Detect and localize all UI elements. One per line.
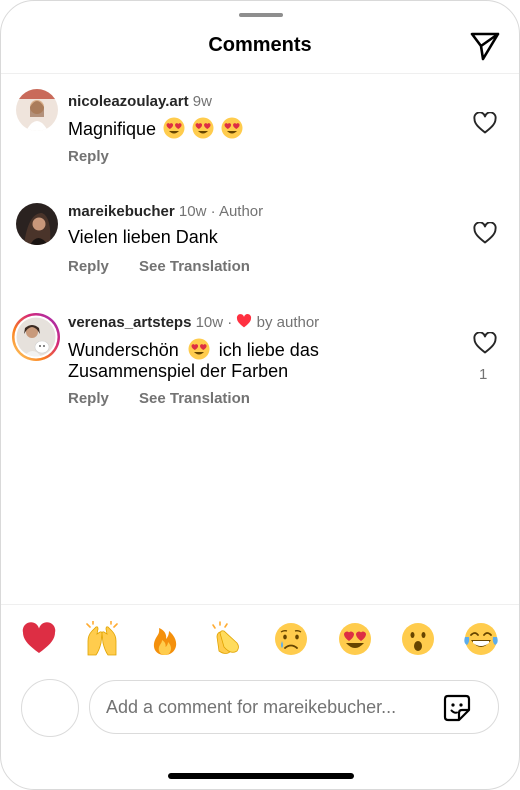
home-indicator [168, 773, 354, 779]
comment-meta: mareikebucher 10w · Author [68, 203, 263, 220]
avatar-story-ring[interactable] [11, 312, 61, 362]
comment-meta: verenas_artsteps 10w · by author [68, 314, 319, 331]
comment-text: Magnifique [68, 117, 243, 140]
current-user-avatar [21, 679, 79, 737]
header: Comments [1, 1, 519, 74]
comment-username[interactable]: mareikebucher [68, 203, 175, 220]
reply-button[interactable]: Reply [68, 148, 109, 165]
liked-heart-icon [237, 314, 252, 328]
comment-text-line2: Zusammenspiel der Farben [68, 361, 289, 381]
divider [1, 604, 519, 605]
meta-separator: · [210, 203, 216, 220]
heart-eyes-emoji-icon [163, 117, 185, 139]
avatar[interactable] [16, 89, 58, 131]
comment-text: Vielen lieben Dank [68, 227, 218, 247]
comment-time: 10w [195, 314, 224, 331]
quick-reactions-bar [1, 621, 519, 661]
heart-eyes-emoji-icon [188, 338, 210, 360]
fire-emoji-icon[interactable] [147, 621, 183, 657]
comment-text-line1: Wunderschön [68, 340, 179, 360]
comment-text-line1-after: ich liebe das [218, 340, 319, 360]
heart-eyes-emoji-icon [221, 117, 243, 139]
avatar[interactable] [16, 203, 58, 245]
heart-eyes-emoji-icon[interactable] [337, 621, 373, 657]
like-heart-icon[interactable] [473, 222, 497, 244]
comment-time: 9w [192, 93, 212, 110]
meta-separator: · [227, 314, 233, 331]
surprised-face-emoji-icon[interactable] [400, 621, 436, 657]
comment-actions: Reply See Translation [68, 390, 250, 407]
comment-username[interactable]: nicoleazoulay.art [68, 93, 189, 110]
share-icon[interactable] [467, 29, 503, 63]
like-heart-icon[interactable] [473, 112, 497, 134]
comment-text-body: Magnifique [68, 119, 157, 139]
heart-eyes-emoji-icon [192, 117, 214, 139]
like-heart-icon[interactable] [473, 332, 497, 354]
comment-text: Wunderschön ich liebe das Zusammenspiel … [68, 338, 319, 382]
comment-meta: nicoleazoulay.art 9w [68, 93, 212, 110]
liked-by-author-label: by author [256, 314, 320, 331]
crying-face-emoji-icon[interactable] [273, 621, 309, 657]
clapping-hands-emoji-icon[interactable] [210, 621, 246, 657]
page-title: Comments [208, 34, 312, 56]
comment-time: 10w [178, 203, 207, 220]
author-badge: Author [218, 203, 264, 220]
like-count: 1 [479, 366, 488, 383]
comment-composer [89, 680, 499, 734]
comment-input[interactable] [106, 694, 431, 720]
sticker-icon[interactable] [442, 693, 472, 723]
comment-actions: Reply See Translation [68, 258, 250, 275]
comment-actions: Reply [68, 148, 109, 165]
reply-button[interactable]: Reply [68, 258, 109, 275]
red-heart-emoji-icon[interactable] [21, 621, 57, 657]
comments-sheet: Comments nicoleazoulay.art 9w Magnifique [0, 0, 520, 790]
reply-button[interactable]: Reply [68, 390, 109, 407]
see-translation-button[interactable]: See Translation [139, 258, 250, 275]
see-translation-button[interactable]: See Translation [139, 390, 250, 407]
raising-hands-emoji-icon[interactable] [84, 621, 120, 657]
comment-username[interactable]: verenas_artsteps [68, 314, 191, 331]
tears-of-joy-emoji-icon[interactable] [463, 621, 499, 657]
